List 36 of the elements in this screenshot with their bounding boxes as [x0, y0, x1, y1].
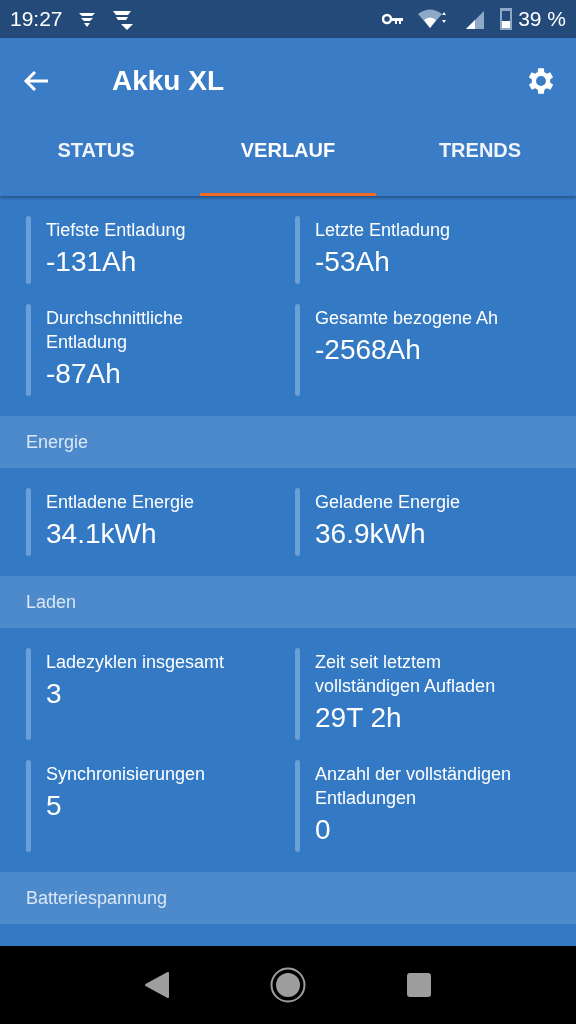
back-icon[interactable] [144, 971, 170, 999]
screen-title: Akku XL [112, 65, 226, 97]
stat-value: 36.9kWh [315, 517, 427, 551]
wifi-icon [418, 9, 449, 29]
battery-icon [500, 8, 513, 30]
recents-icon[interactable] [406, 972, 432, 998]
section-header: Laden [0, 576, 576, 628]
tab[interactable]: VERLAUF [200, 124, 376, 196]
stat-value: 29T 2h [315, 701, 403, 735]
battery-percent: 39 % [518, 7, 566, 31]
stat-label: Geladene Energie [315, 491, 461, 514]
home-icon[interactable] [270, 967, 306, 1003]
stat-value: 0 [315, 813, 332, 847]
back-button[interactable] [22, 69, 50, 93]
clock: 19:27 [10, 7, 63, 31]
stat-label: Durchschnittliche Entladung [46, 307, 185, 354]
stat-label: Ladezyklen insgesamt [46, 651, 225, 674]
stat-label: Anzahl der vollständigen Entladungen [315, 763, 513, 810]
tab[interactable]: STATUS [8, 124, 184, 196]
section-header: Energie [0, 416, 576, 468]
stat-label: Letzte Entladung [315, 219, 451, 242]
section-header: Batteriespannung [0, 872, 576, 924]
stat-label: Gesamte bezogene Ah [315, 307, 499, 330]
stat-value: 5 [46, 789, 63, 823]
stat-value: -87Ah [46, 357, 122, 391]
stat-label: Entladene Energie [46, 491, 195, 514]
stat-value: 3 [46, 677, 63, 711]
stat-label: Zeit seit letztem vollständigen Aufladen [315, 651, 497, 698]
stat-value: -53Ah [315, 245, 391, 279]
stat-label: Synchronisierungen [46, 763, 206, 786]
tab[interactable]: TRENDS [392, 124, 568, 196]
key-icon [382, 12, 405, 26]
stat-value: -131Ah [46, 245, 138, 279]
stat-label: Tiefste Entladung [46, 219, 186, 242]
stat-value: 34.1kWh [46, 517, 158, 551]
stat-value: -2568Ah [315, 333, 422, 367]
